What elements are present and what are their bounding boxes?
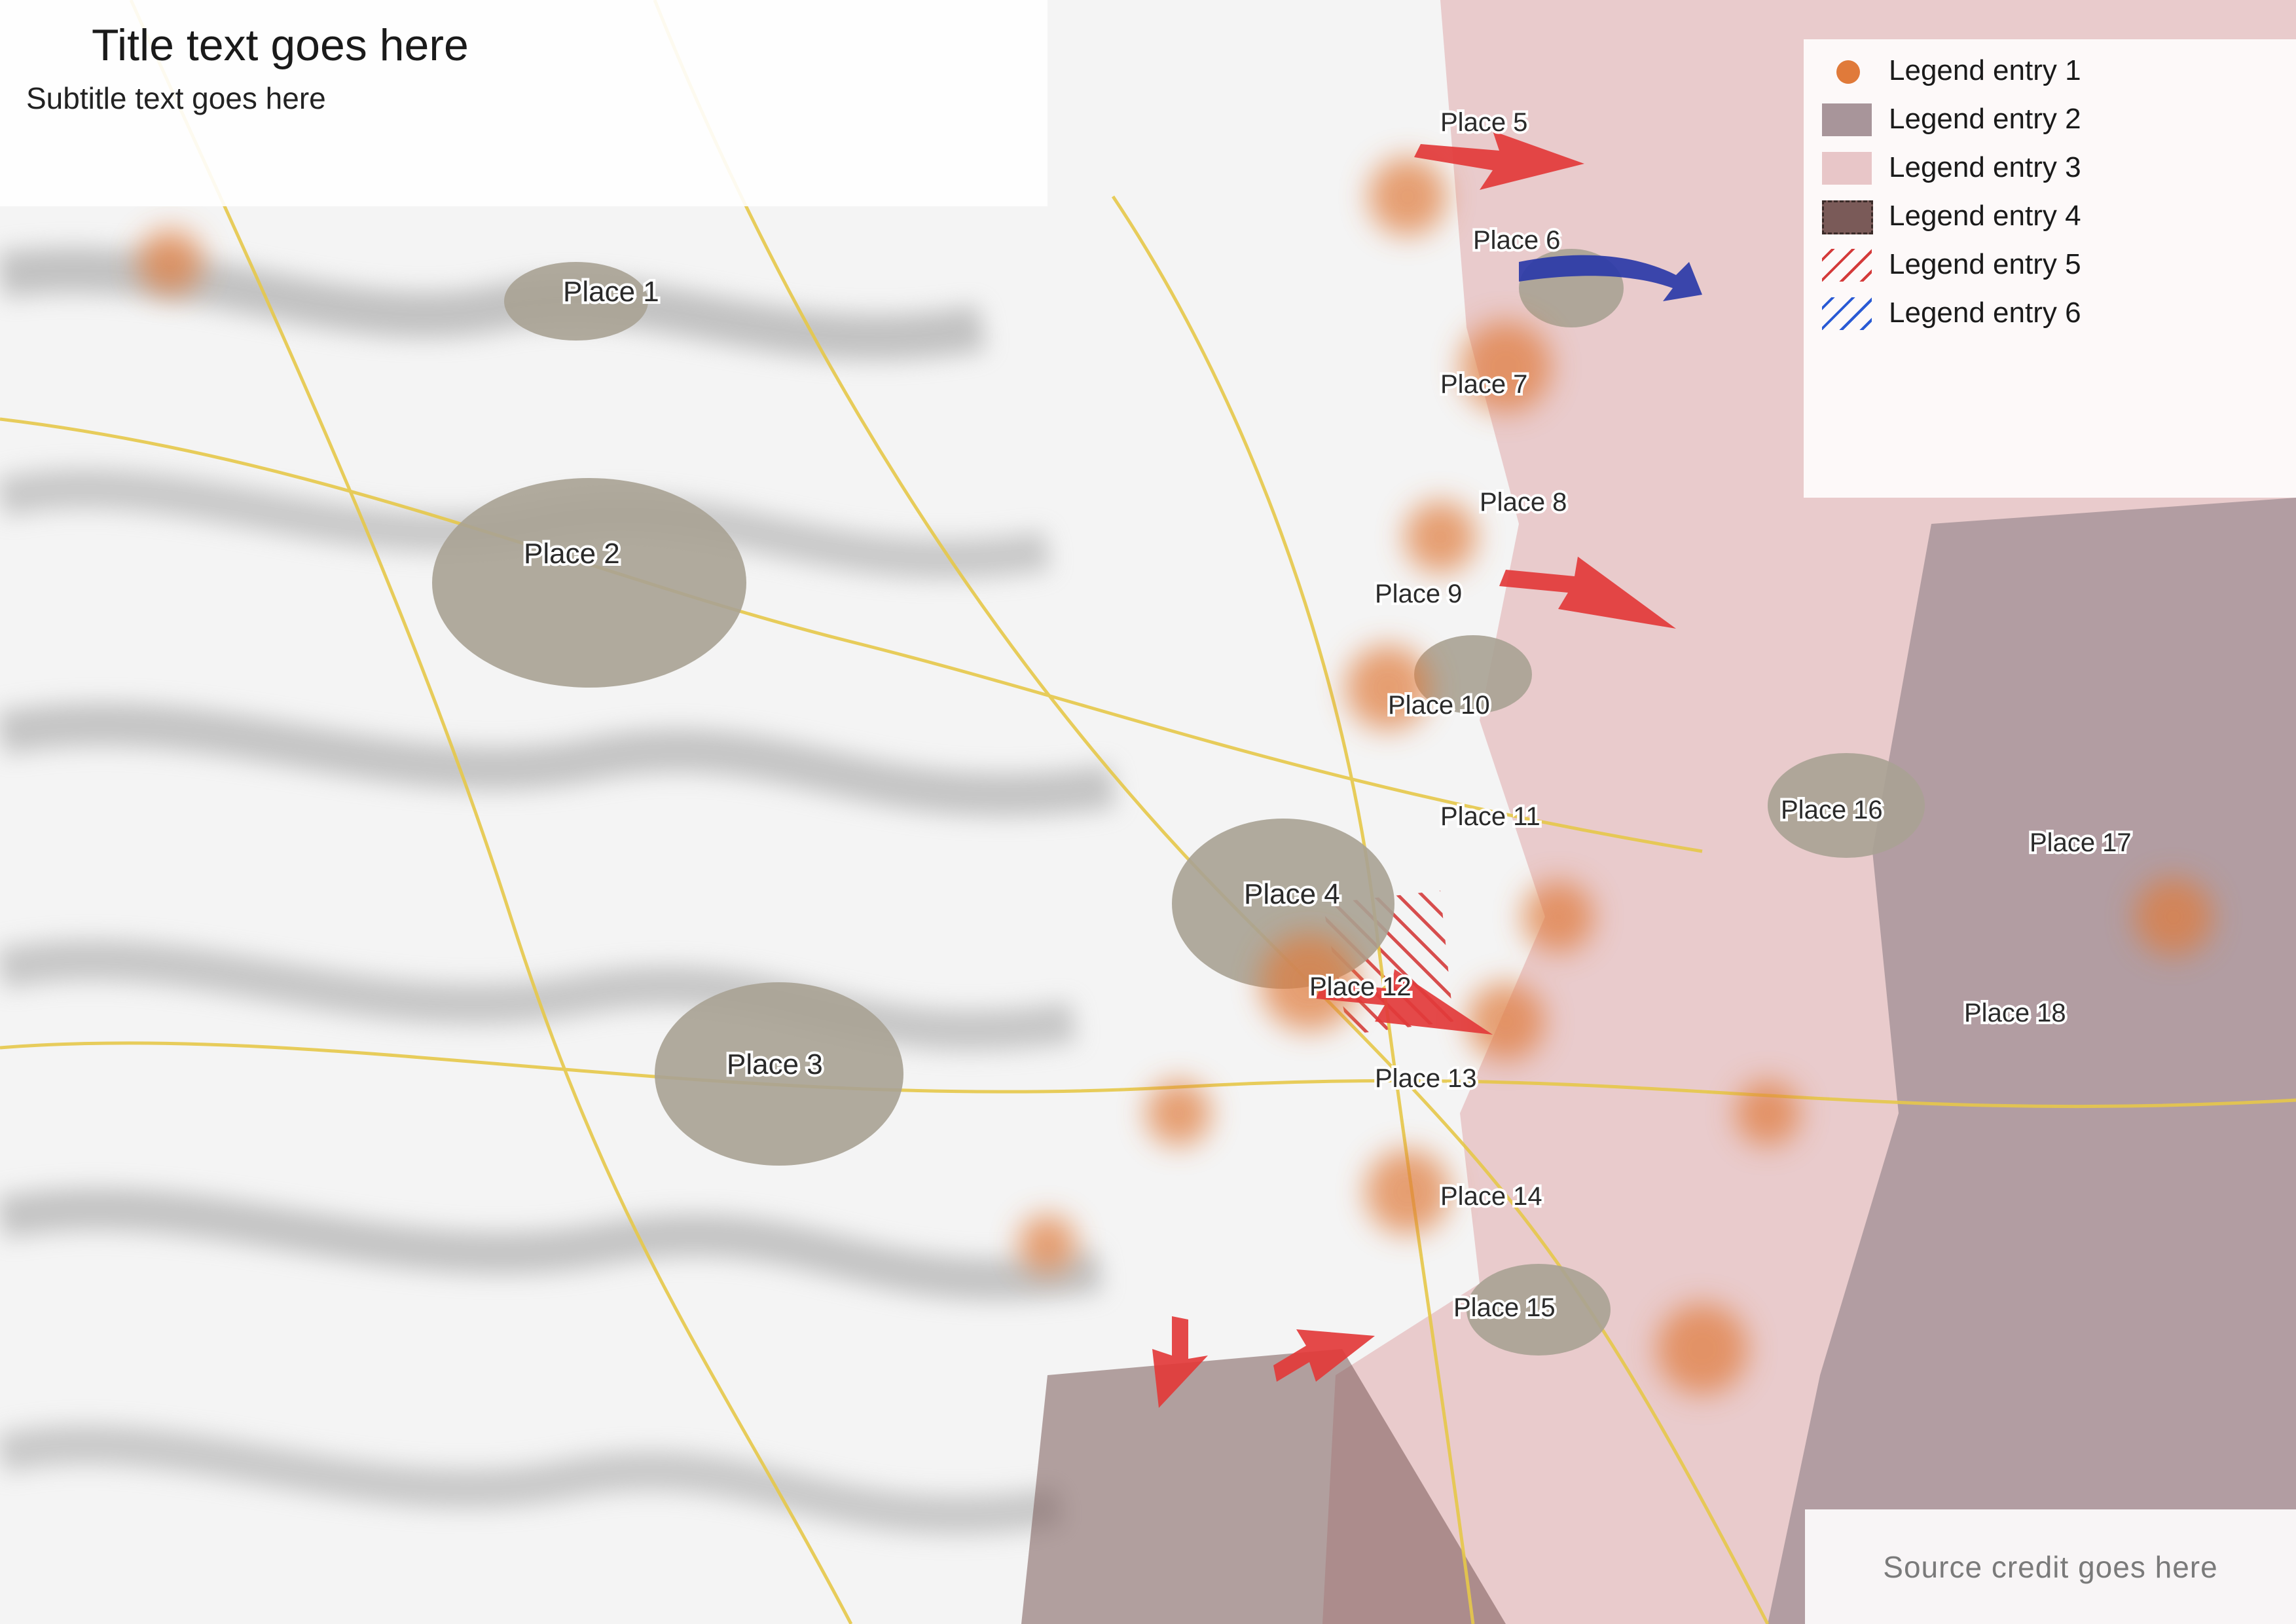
place-label: Place 1: [563, 276, 659, 308]
place-label: Place 13: [1375, 1064, 1477, 1093]
place-label: Place 5: [1440, 108, 1527, 137]
legend-item-newly-occupied: Legend entry 5: [1822, 248, 2278, 283]
place-label: Place 9: [1375, 580, 1462, 608]
place-label: Place 10: [1388, 691, 1490, 720]
legend-item-occupied-before: Legend entry 2: [1822, 103, 2278, 138]
place-label: Place 11: [1440, 802, 1540, 831]
place-label: Place 16: [1781, 796, 1883, 824]
hatch-swatch-icon: [1822, 297, 1874, 331]
place-label: Place 18: [1964, 999, 2066, 1027]
legend-item-fires: Legend entry 1: [1822, 54, 2278, 89]
legend-item-russia: Legend entry 4: [1822, 200, 2278, 234]
legend-label: Legend entry 3: [1889, 151, 2081, 183]
legend-label: Legend entry 1: [1889, 54, 2081, 86]
legend-label: Legend entry 6: [1889, 297, 2081, 329]
legend-label: Legend entry 5: [1889, 248, 2081, 280]
legend: Legend entry 1 Legend entry 2 Legend ent…: [1804, 39, 2296, 498]
fire-dot-icon: [1822, 55, 1874, 89]
place-label: Place 7: [1440, 370, 1527, 399]
source-text: Source credit goes here: [1883, 1549, 2218, 1584]
legend-item-occupied-after: Legend entry 3: [1822, 151, 2278, 186]
legend-label: Legend entry 2: [1889, 103, 2081, 135]
legend-item-liberated: Legend entry 6: [1822, 297, 2278, 331]
place-label: Place 17: [2030, 828, 2132, 857]
source-credit: Source credit goes here: [1805, 1509, 2296, 1624]
place-label: Place 15: [1453, 1293, 1556, 1322]
area-swatch-icon: [1822, 103, 1874, 138]
map-subtitle: Subtitle text goes here: [26, 81, 326, 116]
map-title: Title text goes here: [92, 20, 469, 70]
map: Place 1 Place 2 Place 3 Place 4 Place 5 …: [0, 0, 2296, 1624]
place-label: Place 6: [1473, 226, 1560, 255]
place-label: Place 8: [1480, 488, 1567, 517]
area-swatch-icon: [1822, 200, 1874, 234]
title-block: Title text goes here Subtitle text goes …: [0, 0, 1048, 206]
place-label: Place 14: [1440, 1182, 1542, 1211]
hatch-swatch-icon: [1822, 249, 1874, 283]
area-swatch-icon: [1822, 152, 1874, 186]
place-label: Place 3: [727, 1048, 823, 1080]
place-label: Place 2: [524, 538, 620, 570]
legend-label: Legend entry 4: [1889, 200, 2081, 232]
place-label: Place 12: [1309, 972, 1412, 1001]
place-label: Place 4: [1244, 878, 1340, 910]
